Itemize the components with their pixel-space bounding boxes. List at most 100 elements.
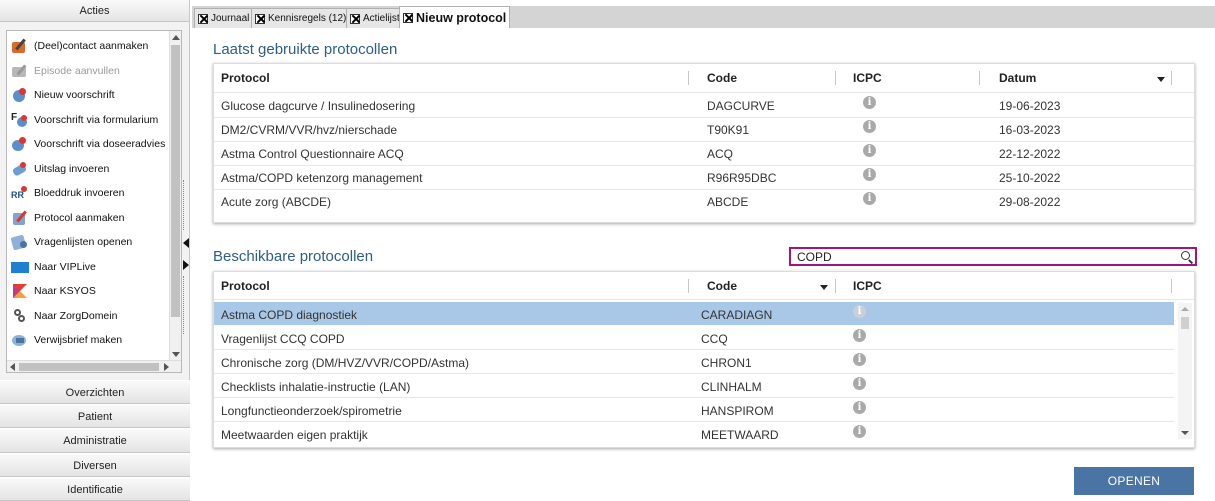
cell-protocol: Longfunctieonderzoek/spirometrie [221, 404, 402, 418]
section-identificatie[interactable]: Identificatie [0, 476, 190, 501]
action-nieuw-voorschrift[interactable]: Nieuw voorschrift [7, 83, 181, 108]
scrollbar-thumb[interactable] [171, 45, 180, 317]
col-header-code[interactable]: Code [707, 71, 737, 85]
tab-label: Nieuw protocol [416, 10, 507, 25]
action-label: Protocol aanmaken [34, 211, 125, 224]
row-divider [214, 373, 1174, 374]
cell-date: 25-10-2022 [999, 171, 1061, 185]
sort-descending-icon[interactable] [820, 285, 828, 290]
cell-protocol: Vragenlijst CCQ COPD [221, 332, 345, 346]
acties-list: (Deel)contact aanmaken Episode aanvullen… [6, 30, 182, 373]
action-label: Naar ZorgDomein [34, 309, 118, 322]
search-input[interactable] [797, 250, 1157, 264]
cell-protocol: Glucose dagcurve / Insulinedosering [221, 99, 416, 113]
action-uitslag-invoeren[interactable]: Uitslag invoeren [7, 157, 181, 182]
col-header-icpc[interactable]: ICPC [853, 71, 882, 85]
section-patient[interactable]: Patient [0, 404, 190, 429]
cell-code: DAGCURVE [707, 99, 775, 113]
action-episode-aanvullen[interactable]: Episode aanvullen [7, 59, 181, 84]
column-separator[interactable] [1171, 279, 1172, 293]
column-separator[interactable] [1171, 71, 1172, 85]
search-icon[interactable] [1181, 251, 1190, 260]
expand-right-arrow-icon[interactable] [183, 260, 189, 270]
column-separator[interactable] [835, 279, 836, 293]
close-icon[interactable] [403, 12, 413, 23]
result-icon [11, 161, 29, 177]
action-bloeddruk-invoeren[interactable]: RR Bloeddruk invoeren [7, 181, 181, 206]
acties-horizontal-scrollbar[interactable] [7, 360, 181, 372]
info-icon[interactable]: i [863, 96, 876, 109]
open-button[interactable]: OPENEN [1074, 467, 1194, 495]
column-separator[interactable] [835, 71, 836, 85]
collapse-left-arrow-icon[interactable] [183, 238, 189, 248]
cell-protocol: Astma/COPD ketenzorg management [221, 171, 423, 185]
scrollbar-thumb[interactable] [1181, 317, 1189, 329]
info-icon[interactable]: i [863, 168, 876, 181]
info-icon[interactable]: i [853, 377, 866, 390]
tab-actielijst[interactable]: Actielijst [346, 8, 404, 28]
info-icon[interactable]: i [853, 353, 866, 366]
col-header-icpc[interactable]: ICPC [853, 279, 882, 293]
scrollbar-thumb[interactable] [19, 363, 159, 371]
action-protocol-aanmaken[interactable]: Protocol aanmaken [7, 206, 181, 231]
action-voorschrift-formularium[interactable]: F Voorschrift via formularium [7, 108, 181, 133]
scroll-up-arrow-icon[interactable] [172, 35, 180, 40]
panel-splitter[interactable] [180, 180, 192, 340]
column-separator[interactable] [979, 71, 980, 85]
tab-label: Actielijst [363, 13, 400, 24]
left-panel: Acties (Deel)contact aanmaken Episode aa… [0, 0, 190, 501]
available-vertical-scrollbar[interactable] [1178, 303, 1192, 439]
cell-code: CHRON1 [701, 356, 752, 370]
action-naar-ksyos[interactable]: Naar KSYOS [7, 279, 181, 304]
action-label: Naar KSYOS [34, 285, 96, 298]
action-deelcontact-aanmaken[interactable]: (Deel)contact aanmaken [7, 34, 181, 59]
column-separator[interactable] [688, 279, 689, 293]
action-vragenlijsten-openen[interactable]: Vragenlijsten openen [7, 230, 181, 255]
col-header-protocol[interactable]: Protocol [221, 71, 270, 85]
info-icon[interactable]: i [853, 305, 866, 318]
col-header-code[interactable]: Code [707, 279, 737, 293]
action-label: Verwijsbrief maken [34, 334, 123, 347]
info-icon[interactable]: i [853, 425, 866, 438]
col-header-protocol[interactable]: Protocol [221, 279, 270, 293]
column-separator[interactable] [688, 71, 689, 85]
info-icon[interactable]: i [863, 144, 876, 157]
info-icon[interactable]: i [863, 192, 876, 205]
cell-protocol: Meetwaarden eigen praktijk [221, 428, 368, 442]
sort-descending-icon[interactable] [1157, 77, 1165, 82]
action-label: Vragenlijsten openen [34, 236, 133, 249]
scroll-left-arrow-icon[interactable] [10, 363, 15, 371]
scroll-up-arrow-icon[interactable] [1181, 307, 1189, 311]
protocol-search [789, 247, 1197, 266]
info-icon[interactable]: i [853, 329, 866, 342]
action-label: Voorschrift via doseeradvies [34, 138, 166, 151]
tab-nieuw-protocol[interactable]: Nieuw protocol [399, 6, 511, 28]
splitter-grip [183, 276, 184, 334]
episode-icon [11, 63, 29, 79]
blood-pressure-icon: RR [11, 185, 29, 201]
tab-kennisregels[interactable]: Kennisregels (12) [251, 8, 351, 28]
selected-row-highlight [214, 302, 1174, 325]
contact-pen-icon [11, 38, 29, 54]
info-icon[interactable]: i [853, 401, 866, 414]
col-header-datum[interactable]: Datum [999, 71, 1036, 85]
cell-protocol: Checklists inhalatie-instructie (LAN) [221, 380, 411, 394]
zorgdomein-icon [11, 308, 29, 324]
section-diversen[interactable]: Diversen [0, 452, 190, 477]
info-icon[interactable]: i [863, 120, 876, 133]
action-naar-viplive[interactable]: Naar VIPLive [7, 255, 181, 280]
section-overzichten[interactable]: Overzichten [0, 380, 190, 405]
section-administratie[interactable]: Administratie [0, 428, 190, 453]
close-icon[interactable] [350, 13, 360, 24]
action-naar-zorgdomein[interactable]: Naar ZorgDomein [7, 304, 181, 329]
action-verwijsbrief-maken[interactable]: Verwijsbrief maken [7, 328, 181, 353]
header-divider [214, 92, 1194, 93]
acties-header[interactable]: Acties [0, 0, 189, 22]
close-icon[interactable] [255, 13, 265, 24]
scroll-down-arrow-icon[interactable] [172, 352, 180, 357]
scroll-right-arrow-icon[interactable] [164, 363, 169, 371]
scroll-down-arrow-icon[interactable] [1181, 431, 1189, 435]
close-icon[interactable] [198, 13, 208, 24]
action-voorschrift-doseeradvies[interactable]: Voorschrift via doseeradvies [7, 132, 181, 157]
tab-journaal[interactable]: Journaal [194, 8, 254, 28]
